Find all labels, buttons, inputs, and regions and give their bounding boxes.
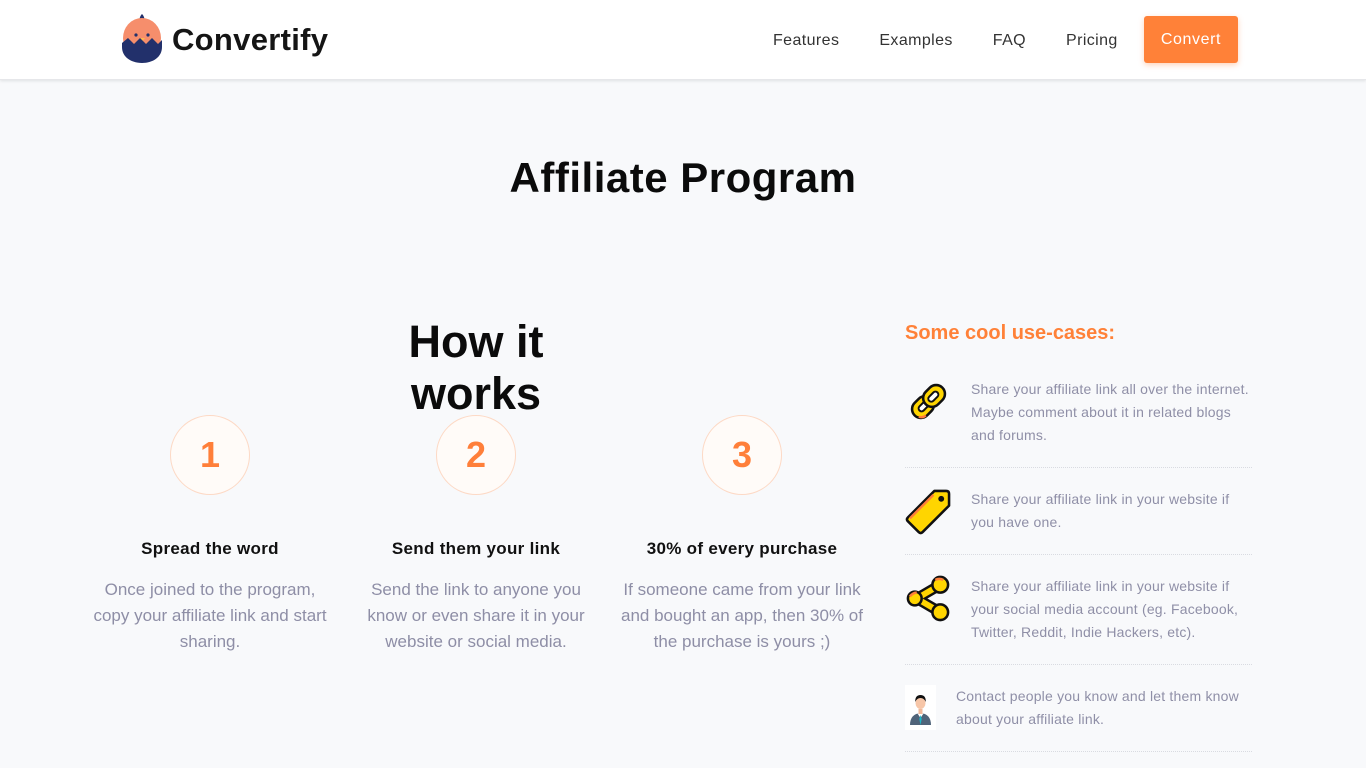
brand-logo-link[interactable]: Convertify <box>120 13 329 68</box>
step-card: 1 Spread the word Once joined to the pro… <box>85 415 335 655</box>
use-case-text: Share your affiliate link in your websit… <box>971 578 1239 640</box>
nav-pricing[interactable]: Pricing <box>1066 30 1118 52</box>
brand-name: Convertify <box>172 22 329 57</box>
step-title: Spread the word <box>141 539 279 558</box>
use-case-item: Contact people you know and let them kno… <box>905 685 1252 752</box>
step-description: Send the link to anyone you know or even… <box>367 580 585 651</box>
convert-button[interactable]: Convert <box>1144 16 1238 63</box>
nav-faq[interactable]: FAQ <box>993 30 1026 52</box>
step-description: If someone came from your link and bough… <box>621 580 863 651</box>
use-case-item: Share your affiliate link in your websit… <box>905 575 1252 665</box>
step-title: 30% of every purchase <box>646 539 838 558</box>
use-case-item: Share your affiliate link all over the i… <box>905 378 1252 468</box>
nav-examples[interactable]: Examples <box>879 30 952 52</box>
how-it-works-title: How it works <box>408 316 544 419</box>
page-title: Affiliate Program <box>509 154 857 201</box>
step-number-badge: 1 <box>170 415 250 495</box>
use-cases-title: Some cool use-cases: <box>905 322 1116 344</box>
use-case-text: Contact people you know and let them kno… <box>956 688 1239 727</box>
step-description: Once joined to the program, copy your af… <box>93 580 327 651</box>
use-case-text: Share your affiliate link all over the i… <box>971 381 1249 443</box>
step-card: 2 Send them your link Send the link to a… <box>351 415 601 655</box>
chick-egg-logo-icon <box>120 13 164 68</box>
step-number-badge: 2 <box>436 415 516 495</box>
top-navbar: Convertify Features Examples FAQ Pricing… <box>0 0 1366 80</box>
use-case-text: Share your affiliate link in your websit… <box>971 491 1230 530</box>
step-number-badge: 3 <box>702 415 782 495</box>
price-tag-icon <box>905 488 952 535</box>
step-card: 3 30% of every purchase If someone came … <box>617 415 867 655</box>
step-title: Send them your link <box>391 539 561 558</box>
share-icon <box>905 575 952 622</box>
businessman-icon <box>905 685 936 730</box>
chain-link-icon <box>905 378 952 425</box>
main-nav: Features Examples FAQ Pricing <box>773 30 1158 52</box>
nav-features[interactable]: Features <box>773 30 839 52</box>
use-case-item: Share your affiliate link in your websit… <box>905 488 1252 555</box>
